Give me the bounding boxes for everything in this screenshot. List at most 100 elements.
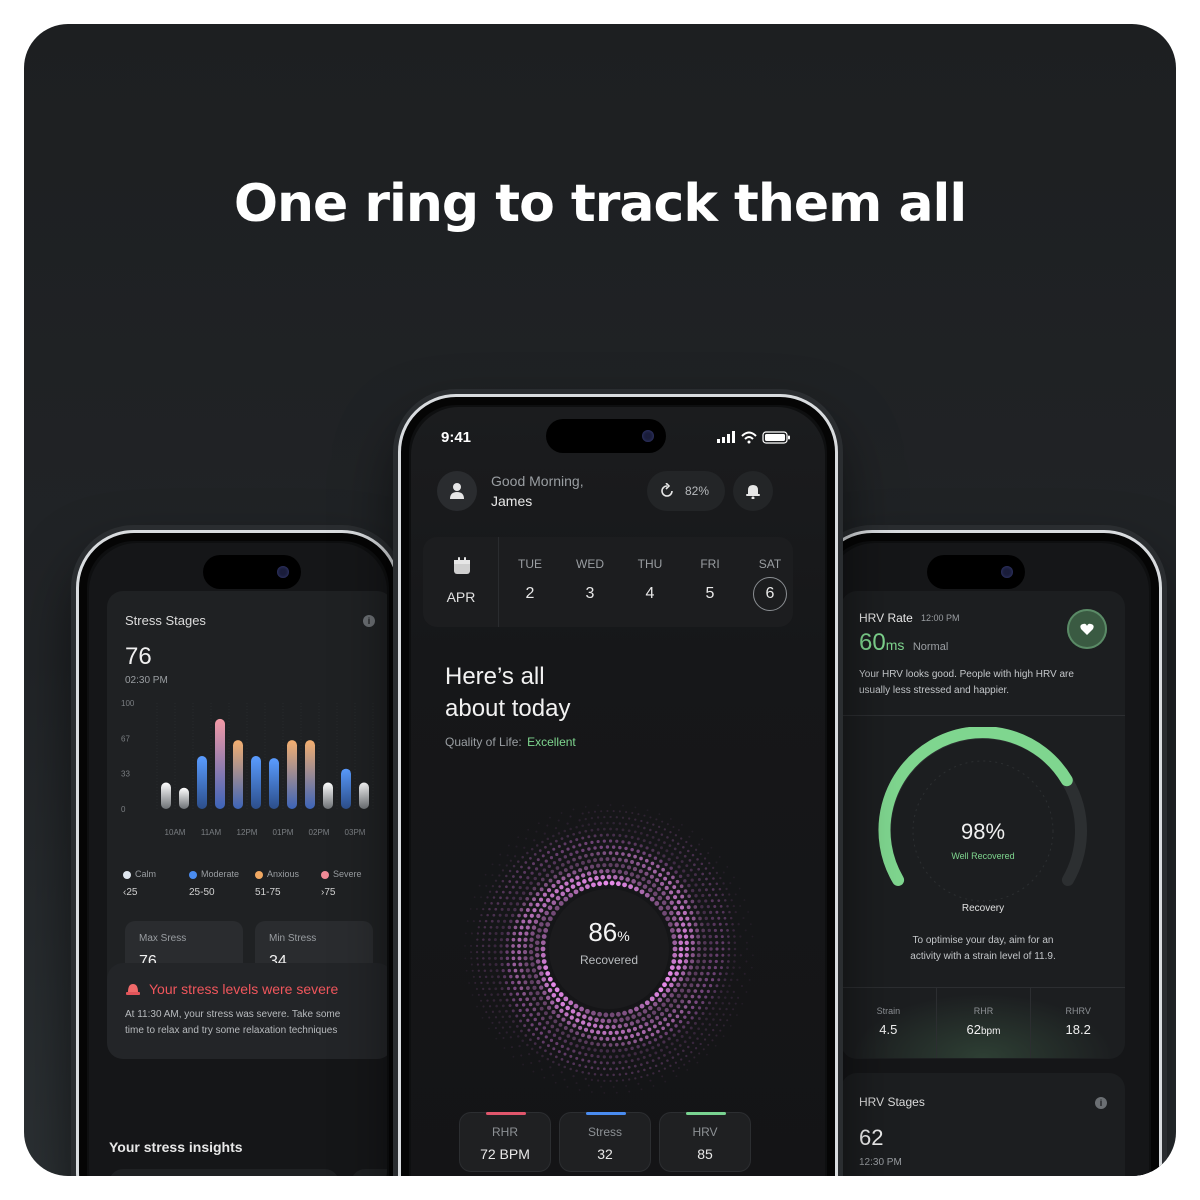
tile-hrv[interactable]: HRV 85 — [659, 1112, 751, 1172]
stress-bar[interactable] — [323, 782, 333, 810]
user-name: James — [491, 493, 533, 509]
ring-dot — [528, 1002, 533, 1007]
stress-bar[interactable] — [341, 768, 351, 809]
ring-dot — [664, 885, 669, 891]
stress-bar[interactable] — [251, 756, 261, 809]
ring-dot — [612, 833, 616, 837]
ring-dot — [639, 856, 643, 861]
ring-dot — [704, 916, 709, 921]
ring-dot — [590, 1066, 594, 1070]
ring-dot — [547, 976, 553, 982]
day-wed[interactable]: WED 3 — [565, 557, 615, 603]
ring-dot — [669, 890, 674, 895]
ring-dot — [549, 1066, 552, 1069]
ring-dot — [668, 844, 672, 847]
ring-dot — [560, 1058, 564, 1061]
ring-dot — [482, 907, 485, 911]
ring-dot — [544, 982, 549, 988]
stat-rhrv: RHRV 18.2 — [1030, 988, 1125, 1058]
ring-dot — [575, 825, 578, 829]
ring-dot — [704, 995, 708, 999]
day-sat[interactable]: SAT 6 — [745, 557, 795, 611]
ring-dot — [655, 1015, 660, 1020]
stress-bar[interactable] — [197, 756, 207, 809]
ring-dot — [729, 978, 733, 982]
stress-bar[interactable] — [233, 740, 243, 809]
ring-dot — [511, 944, 515, 948]
ring-dot — [679, 1009, 684, 1014]
stress-stages-card[interactable]: Stress Stages i 76 02:30 PM 100 67 33 0 10AM… — [107, 591, 387, 1011]
ring-dot — [743, 972, 746, 975]
ring-dot — [530, 1047, 534, 1051]
ring-dot — [630, 847, 634, 852]
ring-dot — [651, 1010, 657, 1015]
ring-dot — [722, 1013, 725, 1016]
ring-dot — [512, 998, 516, 1002]
ring-dot — [712, 877, 715, 880]
stress-bar[interactable] — [215, 718, 225, 809]
tip-line1: To optimise your day, aim for an — [912, 935, 1054, 946]
day-thu[interactable]: THU 4 — [625, 557, 675, 603]
ring-dot — [494, 1016, 498, 1019]
stress-bar[interactable] — [179, 787, 189, 809]
stat-reading: 18.2 — [1031, 1022, 1125, 1037]
ring-dot — [643, 826, 646, 830]
ring-dot — [649, 996, 655, 1002]
ring-dot — [515, 919, 519, 924]
tile-stress[interactable]: Stress 32 — [559, 1112, 651, 1172]
stress-bar[interactable] — [359, 782, 369, 810]
ring-dot — [720, 935, 724, 939]
heart-button[interactable] — [1067, 609, 1107, 649]
ring-dot — [611, 845, 616, 849]
ring-dot — [648, 853, 652, 858]
ring-dot — [485, 884, 488, 887]
ring-dot — [696, 934, 701, 939]
ring-dot — [644, 892, 650, 898]
ring-dot — [715, 1034, 718, 1037]
month-cell[interactable]: APR — [423, 537, 499, 627]
hrv-stages-card[interactable]: HRV Stages i 62 12:30 PM — [841, 1073, 1125, 1176]
ring-dot — [482, 957, 485, 960]
ring-dot — [491, 885, 495, 888]
stress-alert-card[interactable]: Your stress levels were severe At 11:30 … — [107, 963, 387, 1059]
ring-dot — [578, 1063, 582, 1067]
day-fri[interactable]: FRI 5 — [685, 557, 735, 603]
ring-dot — [719, 1018, 722, 1022]
notification-button[interactable] — [733, 471, 773, 511]
ring-dot — [641, 864, 646, 868]
stress-bar[interactable] — [305, 740, 315, 809]
ring-dot — [707, 852, 710, 855]
ring-battery-pill[interactable]: 82% — [647, 471, 725, 511]
ring-dot — [491, 874, 494, 877]
ring-dot — [529, 856, 532, 860]
avatar[interactable] — [437, 471, 477, 511]
tile-rhr[interactable]: RHR 72 BPM — [459, 1112, 551, 1172]
ring-dot — [690, 899, 695, 904]
ring-dot — [521, 1039, 524, 1043]
ring-dot — [511, 937, 516, 942]
ring-dot — [518, 1044, 521, 1048]
ring-dot — [605, 1049, 610, 1053]
ring-dot — [623, 1022, 629, 1028]
ring-dot — [517, 836, 520, 839]
ring-dot — [542, 1001, 547, 1006]
ring-dot — [625, 1016, 630, 1021]
ring-dot — [532, 996, 537, 1001]
day-tue[interactable]: TUE 2 — [505, 557, 555, 603]
insight-card[interactable] — [351, 1169, 387, 1176]
stress-bar[interactable] — [269, 758, 279, 809]
ring-dot — [676, 928, 681, 933]
ring-dot — [583, 1027, 589, 1032]
ring-dot — [637, 825, 640, 828]
ring-dot — [676, 965, 681, 970]
ring-dot — [501, 925, 505, 929]
info-icon[interactable]: i — [1095, 1097, 1107, 1109]
info-icon[interactable]: i — [363, 615, 375, 627]
ring-dot — [488, 1027, 490, 1030]
ring-dot — [512, 1030, 516, 1034]
stress-bar[interactable] — [287, 740, 297, 809]
ring-dot — [464, 957, 467, 960]
hrv-card[interactable]: HRV Rate 12:00 PM 60ms Normal Your HRV l… — [841, 591, 1125, 1059]
stress-bar[interactable] — [161, 782, 171, 810]
insight-card[interactable] — [109, 1169, 339, 1176]
